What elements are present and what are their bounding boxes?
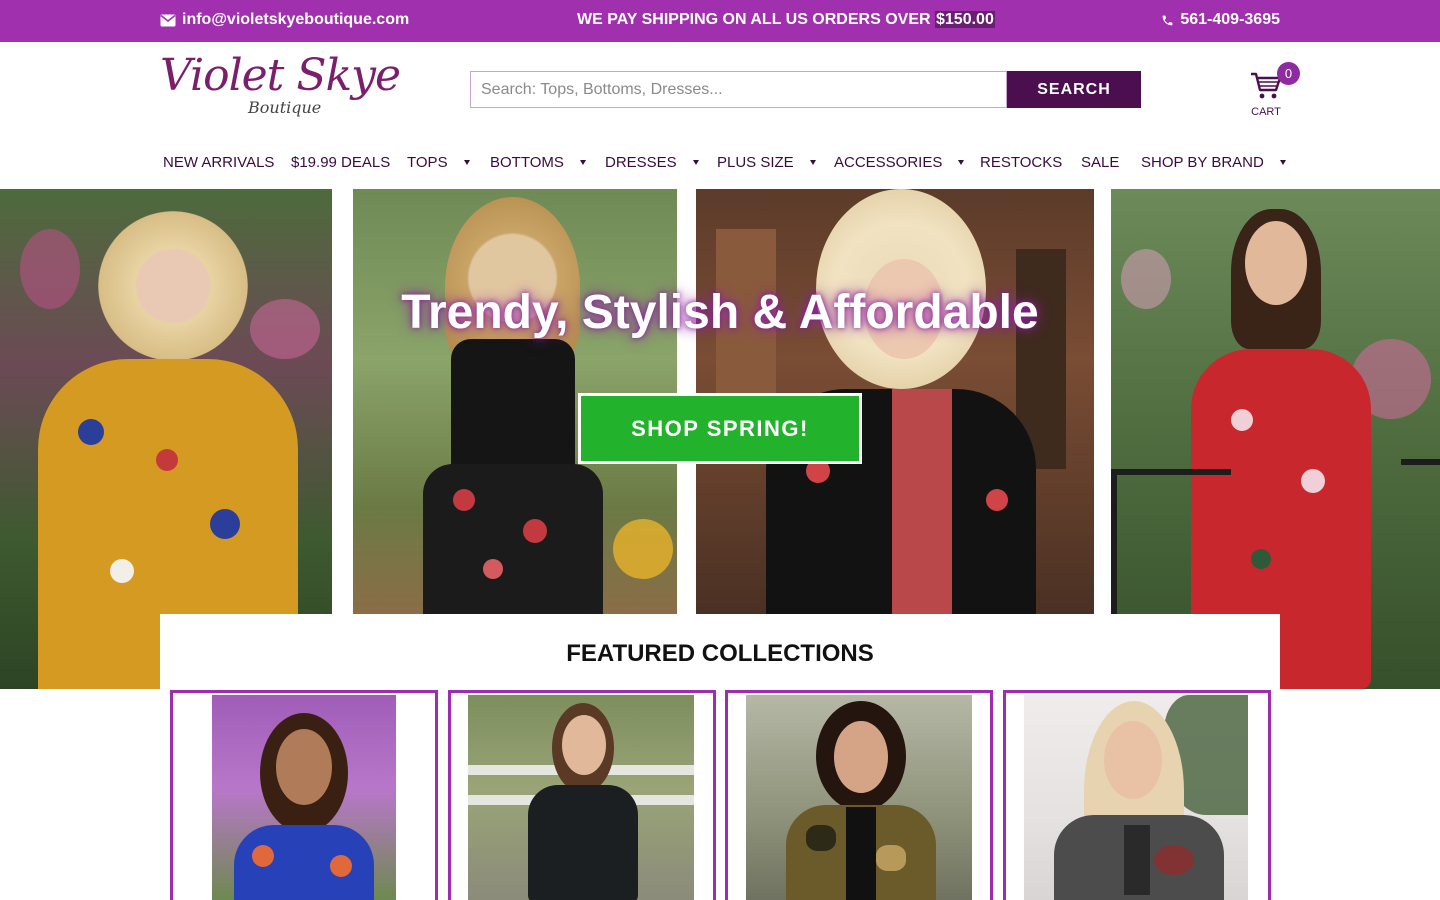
nav-plus-size[interactable]: PLUS SIZE <box>717 154 816 171</box>
cart-count-badge: 0 <box>1277 62 1300 85</box>
search-button[interactable]: SEARCH <box>1007 71 1141 108</box>
nav-label: SHOP BY BRAND <box>1141 154 1264 171</box>
search-input[interactable] <box>470 71 1007 108</box>
featured-collections: FEATURED COLLECTIONS <box>160 614 1280 900</box>
brand-logo[interactable]: Violet Skye Boutique <box>160 50 401 128</box>
nav-1999-deals[interactable]: $19.99 DEALS <box>291 154 390 171</box>
nav-label: ACCESSORIES <box>834 154 943 171</box>
nav-label: BOTTOMS <box>490 154 564 171</box>
nav-label: TOPS <box>407 154 448 171</box>
nav-dresses[interactable]: DRESSES <box>605 154 699 171</box>
shipping-promo: WE PAY SHIPPING ON ALL US ORDERS OVER $1… <box>577 11 995 29</box>
email-link[interactable]: info@violetskyeboutique.com <box>160 11 409 29</box>
phone-icon <box>1162 15 1173 25</box>
collection-image <box>212 695 396 900</box>
top-announcement-bar: info@violetskyeboutique.com WE PAY SHIPP… <box>0 0 1440 42</box>
collection-card[interactable] <box>448 690 716 900</box>
envelope-icon <box>160 14 176 26</box>
caret-down-icon <box>579 160 586 165</box>
caret-down-icon <box>958 160 965 165</box>
caret-down-icon <box>692 160 699 165</box>
nav-bottoms[interactable]: BOTTOMS <box>490 154 586 171</box>
nav-label: DRESSES <box>605 154 677 171</box>
shop-spring-button[interactable]: SHOP SPRING! <box>578 393 862 464</box>
nav-accessories[interactable]: ACCESSORIES <box>834 154 965 171</box>
email-text[interactable]: info@violetskyeboutique.com <box>182 11 409 29</box>
hero-divider <box>332 189 353 614</box>
phone-link[interactable]: 561-409-3695 <box>1161 11 1280 29</box>
collection-card[interactable] <box>170 690 438 900</box>
caret-down-icon <box>463 160 470 165</box>
main-navigation: NEW ARRIVALS $19.99 DEALS TOPS BOTTOMS D… <box>0 146 1440 180</box>
caret-down-icon <box>1279 160 1286 165</box>
nav-new-arrivals[interactable]: NEW ARRIVALS <box>163 154 274 171</box>
logo-subtitle: Boutique <box>248 98 322 117</box>
logo-wordmark: Violet Skye <box>160 50 401 101</box>
nav-restocks[interactable]: RESTOCKS <box>980 154 1062 171</box>
promo-text: WE PAY SHIPPING ON ALL US ORDERS OVER <box>577 11 935 28</box>
nav-tops[interactable]: TOPS <box>407 154 470 171</box>
nav-label: SALE <box>1081 154 1120 171</box>
section-title: FEATURED COLLECTIONS <box>566 640 874 667</box>
collection-image <box>468 695 694 900</box>
nav-label: NEW ARRIVALS <box>163 154 275 171</box>
caret-down-icon <box>809 160 816 165</box>
collection-image <box>1024 695 1248 900</box>
phone-text[interactable]: 561-409-3695 <box>1180 11 1280 29</box>
cart-button[interactable]: 0 CART <box>1248 62 1304 120</box>
hero-divider <box>1094 189 1111 614</box>
nav-label: RESTOCKS <box>980 154 1063 171</box>
collection-image <box>746 695 972 900</box>
cart-label: CART <box>1251 106 1281 118</box>
nav-shop-by-brand[interactable]: SHOP BY BRAND <box>1141 154 1286 171</box>
collection-card[interactable] <box>725 690 993 900</box>
hero-title: Trendy, Stylish & Affordable <box>401 286 1039 339</box>
nav-sale[interactable]: SALE <box>1081 154 1119 171</box>
collection-card[interactable] <box>1003 690 1271 900</box>
promo-amount: $150.00 <box>935 11 995 28</box>
nav-label: $19.99 DEALS <box>291 154 391 171</box>
nav-label: PLUS SIZE <box>717 154 794 171</box>
